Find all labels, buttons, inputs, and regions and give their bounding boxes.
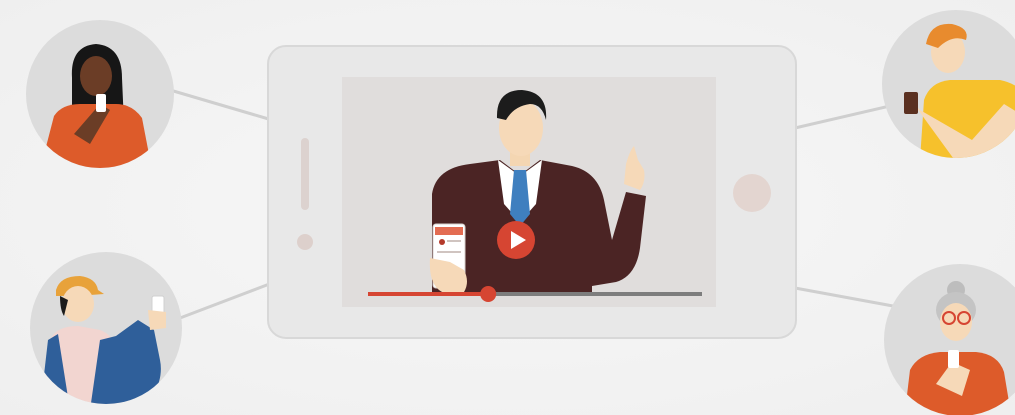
connector-top-left xyxy=(169,88,273,122)
viewer-top-right xyxy=(882,10,1015,158)
connector-bottom-right xyxy=(794,286,894,308)
presenter-phone-play-icon xyxy=(439,239,445,245)
phone-home-button xyxy=(733,174,771,212)
viewer-bottom-right xyxy=(884,264,1015,415)
illustration-scene xyxy=(0,0,1015,415)
presenter-phone-header xyxy=(435,227,463,235)
viewer-face xyxy=(80,56,112,96)
presenter-phone-line-2 xyxy=(437,251,461,253)
progress-handle[interactable] xyxy=(480,286,497,302)
connector-bottom-left xyxy=(179,281,273,320)
phone xyxy=(267,45,797,339)
presenter-phone-line xyxy=(447,240,461,242)
progress-fill xyxy=(368,292,489,296)
viewer-phone xyxy=(948,350,959,368)
connector-top-right xyxy=(794,104,891,130)
viewer-hand xyxy=(148,310,166,330)
viewer-top-left xyxy=(26,20,174,168)
phone-camera xyxy=(297,234,313,250)
viewer-phone xyxy=(96,94,106,112)
phone-speaker xyxy=(301,138,309,210)
viewer-bottom-left xyxy=(30,252,182,404)
phone-video-illustration xyxy=(26,10,1015,415)
viewer-phone xyxy=(904,92,918,114)
